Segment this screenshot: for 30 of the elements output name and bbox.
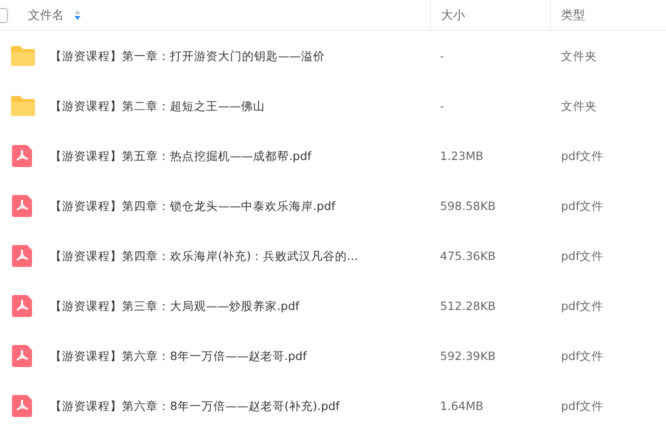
file-type: 文件夹 (560, 48, 598, 64)
file-name[interactable]: 【游资课程】第一章：打开游资大门的钥匙——溢价 (50, 48, 325, 64)
file-type: pdf文件 (560, 398, 605, 414)
file-type: pdf文件 (560, 348, 605, 364)
file-name[interactable]: 【游资课程】第四章：锁仓龙头——中泰欢乐海岸.pdf (50, 198, 336, 214)
sort-icon[interactable] (74, 9, 81, 21)
file-size: 512.28KB (439, 299, 497, 313)
file-name[interactable]: 【游资课程】第二章：超短之王——佛山 (50, 98, 265, 114)
column-header[interactable]: 文件名 (28, 6, 64, 24)
file-type: 文件夹 (560, 98, 598, 114)
file-name[interactable]: 【游资课程】第六章：8年一万倍——赵老哥(补充).pdf (50, 398, 340, 414)
file-size: 475.36KB (439, 249, 497, 263)
file-name[interactable]: 【游资课程】第三章：大局观——炒股养家.pdf (50, 298, 300, 314)
file-size: 1.23MB (439, 149, 484, 163)
folder-icon (10, 45, 36, 67)
column-header[interactable]: 大小 (441, 6, 465, 24)
file-size: 1.64MB (439, 399, 484, 413)
file-name[interactable]: 【游资课程】第六章：8年一万倍——赵老哥.pdf (50, 348, 307, 364)
column-header[interactable]: 类型 (561, 6, 585, 24)
file-type: pdf文件 (560, 248, 605, 264)
file-size: - (439, 49, 446, 63)
file-size: - (439, 99, 446, 113)
file-size: 598.58KB (439, 199, 497, 213)
file-name[interactable]: 【游资课程】第五章：热点挖掘机——成都帮.pdf (50, 148, 312, 164)
file-name[interactable]: 【游资课程】第四章：欢乐海岸(补充)：兵败武汉凡谷的... (50, 248, 358, 264)
file-type: pdf文件 (560, 148, 605, 164)
file-type: pdf文件 (560, 198, 605, 214)
file-size: 592.39KB (439, 349, 497, 363)
folder-icon (10, 95, 36, 117)
file-type: pdf文件 (560, 298, 605, 314)
